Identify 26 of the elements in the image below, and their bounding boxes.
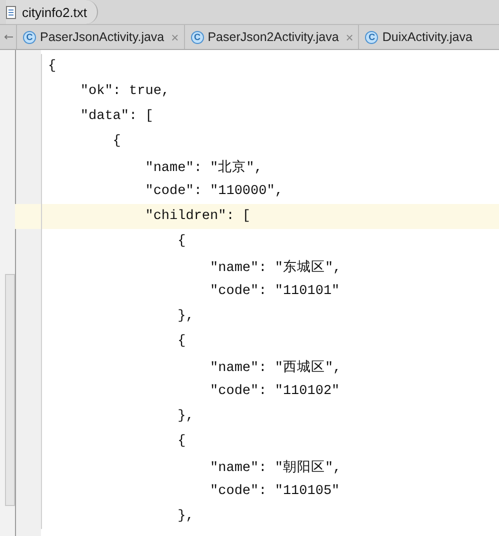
code-line: "name": "东城区", [209, 258, 342, 276]
breadcrumb-item[interactable]: cityinfo2.txt [6, 0, 98, 24]
code-line: "name": "西城区", [209, 359, 342, 376]
code-line: "code": "110105" [209, 484, 340, 499]
class-icon: C [190, 30, 204, 44]
class-icon: C [365, 30, 378, 44]
code-line: "name": "朝阳区", [209, 459, 342, 476]
code-line: "code": "110000", [144, 184, 283, 199]
code-line: "ok": true, [79, 84, 170, 99]
code-line: { [48, 59, 56, 74]
scrollbar-thumb[interactable] [5, 274, 15, 506]
code-line: }, [176, 509, 194, 524]
code-line: }, [176, 309, 194, 324]
code-line: "children": [ [144, 209, 251, 224]
text-file-icon [6, 6, 16, 18]
code-line: { [176, 234, 186, 249]
code-line: { [112, 134, 121, 149]
code-line: "code": "110101" [209, 284, 340, 299]
code-line: "data": [ [79, 109, 154, 124]
code-line: { [176, 434, 186, 449]
code-line: "code": "110102" [209, 384, 340, 399]
class-icon: C [23, 30, 36, 44]
code-line: { [176, 334, 186, 349]
editor-tab[interactable]: C PaserJson2Activity.java × [184, 25, 358, 49]
code-line: }, [176, 409, 194, 424]
code-line: "name": "北京", [144, 158, 262, 176]
